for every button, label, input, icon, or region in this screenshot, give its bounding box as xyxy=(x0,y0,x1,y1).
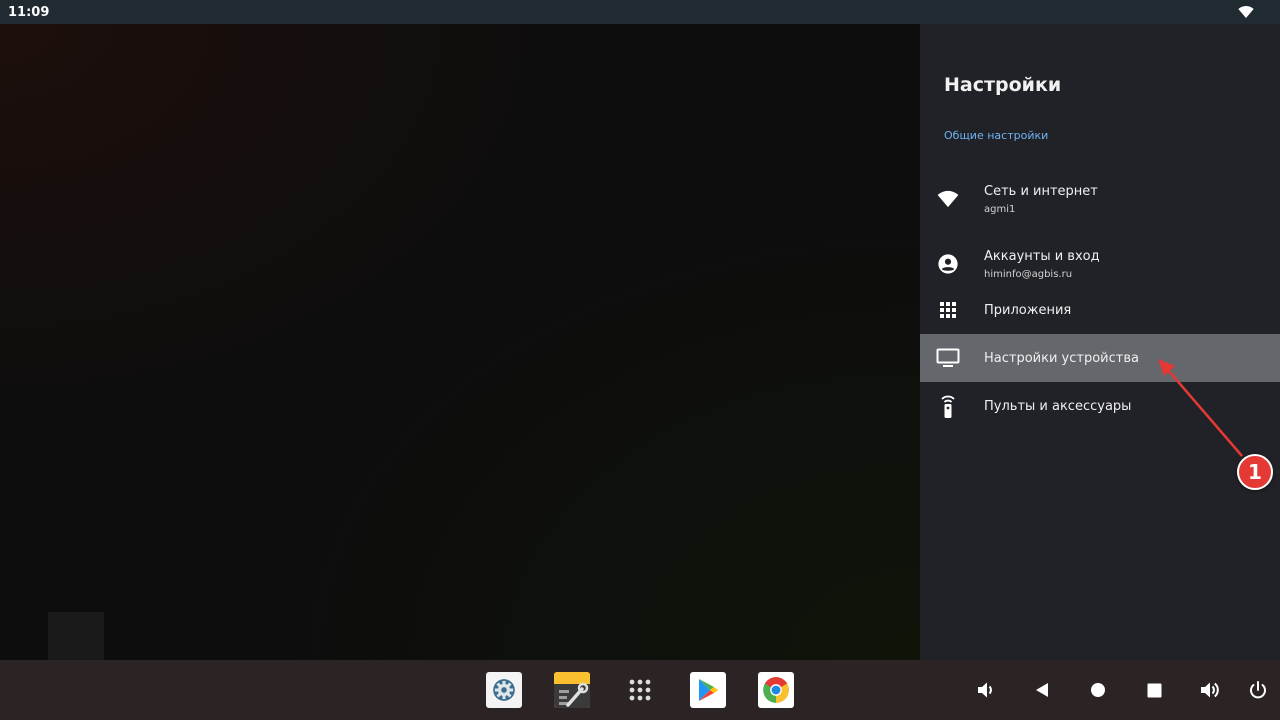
menu-item-sublabel: agmi1 xyxy=(984,203,1016,215)
status-icons xyxy=(1238,5,1272,19)
home-icon[interactable] xyxy=(1086,678,1110,702)
home-tile[interactable] xyxy=(48,612,104,660)
menu-item-device-settings[interactable]: Настройки устройства xyxy=(920,334,1280,382)
menu-item-accounts[interactable]: Аккаунты и вход himinfo@agbis.ru xyxy=(920,234,1280,294)
section-label-general: Общие настройки xyxy=(944,129,1049,142)
toolbox-app-icon[interactable] xyxy=(554,672,590,708)
power-icon[interactable] xyxy=(1246,678,1270,702)
account-circle-icon xyxy=(938,254,958,274)
back-icon[interactable] xyxy=(1030,678,1054,702)
settings-title: Настройки xyxy=(944,74,1062,96)
recents-icon[interactable] xyxy=(1142,678,1166,702)
status-bar: 11:09 xyxy=(0,0,1280,24)
menu-item-label: Сеть и интернет xyxy=(984,183,1098,199)
wallpaper xyxy=(0,24,920,660)
settings-app-icon[interactable] xyxy=(486,672,522,708)
menu-item-label: Приложения xyxy=(984,302,1072,318)
annotation-badge: 1 xyxy=(1237,454,1273,490)
menu-item-label: Настройки устройства xyxy=(984,350,1139,366)
menu-item-apps[interactable]: Приложения xyxy=(920,286,1280,334)
settings-panel: Настройки Общие настройки Сеть и интерне… xyxy=(920,24,1280,660)
menu-item-label: Аккаунты и вход xyxy=(984,248,1100,264)
taskbar xyxy=(0,660,1280,720)
volume-down-icon[interactable] xyxy=(974,678,998,702)
volume-up-icon[interactable] xyxy=(1198,678,1222,702)
menu-item-label: Пульты и аксессуары xyxy=(984,398,1132,414)
wifi-icon xyxy=(937,190,959,208)
wifi-icon xyxy=(1238,6,1254,19)
status-time: 11:09 xyxy=(8,4,50,20)
menu-item-remotes[interactable]: Пульты и аксессуары xyxy=(920,382,1280,430)
chrome-icon[interactable] xyxy=(758,672,794,708)
tv-icon xyxy=(936,348,960,367)
all-apps-icon[interactable] xyxy=(622,672,658,708)
play-store-icon[interactable] xyxy=(690,672,726,708)
android-tv-screen: 11:09 Настройки Общие настройки Сеть и и… xyxy=(0,0,1280,720)
remote-icon xyxy=(941,395,955,418)
menu-item-sublabel: himinfo@agbis.ru xyxy=(984,268,1073,280)
apps-grid-icon xyxy=(940,302,956,318)
menu-item-network[interactable]: Сеть и интернет agmi1 xyxy=(920,170,1280,228)
